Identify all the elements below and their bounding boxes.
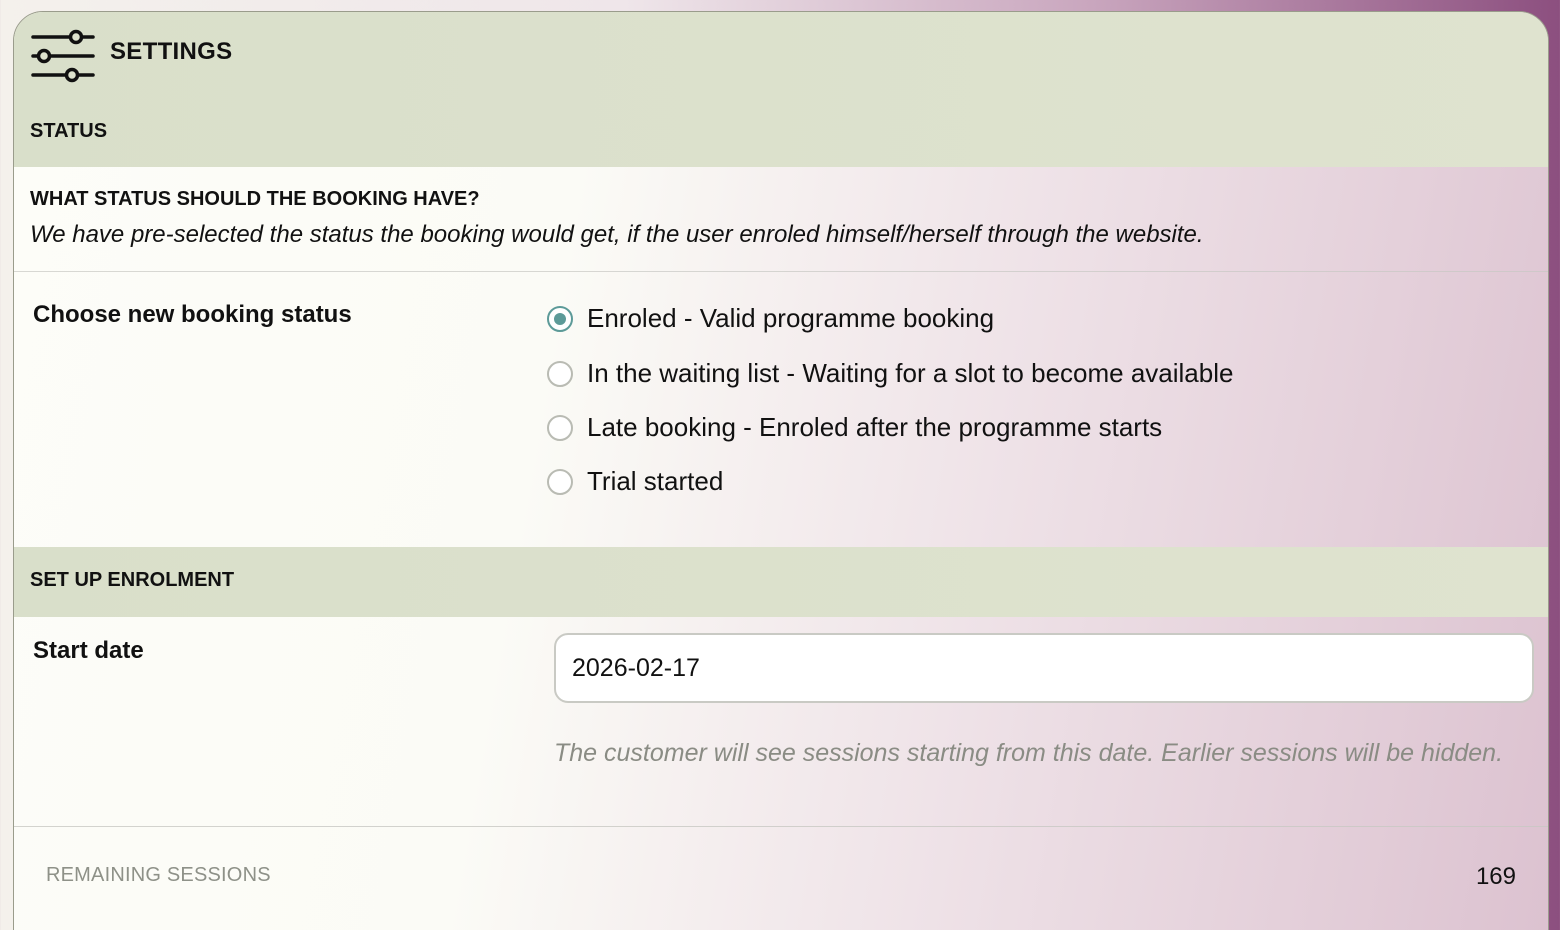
radio-option-enroled[interactable]: Enroled - Valid programme booking: [547, 303, 994, 334]
radio-option-label: Enroled - Valid programme booking: [587, 303, 995, 333]
page-title: SETTINGS: [110, 38, 233, 65]
divider: [14, 271, 1548, 272]
radio-button[interactable]: [547, 305, 573, 332]
divider: [14, 826, 1548, 827]
settings-panel: SETTINGS STATUS WHAT STATUS SHOULD THE B…: [13, 11, 1549, 930]
radio-button[interactable]: [547, 414, 573, 441]
radio-button[interactable]: [547, 468, 573, 495]
radio-option-label: Late booking - Enroled after the program…: [587, 412, 1163, 442]
radio-option-waiting-list[interactable]: In the waiting list - Waiting for a slot…: [547, 358, 1233, 389]
remaining-sessions-value: 169: [1475, 863, 1516, 890]
enrolment-section-label: SET UP ENROLMENT: [30, 569, 235, 591]
radio-option-label: Trial started: [587, 466, 724, 496]
start-date-input[interactable]: [554, 633, 1534, 703]
enrolment-header-band: [14, 547, 1548, 617]
settings-header-band: [14, 12, 1548, 167]
radio-option-trial-started[interactable]: Trial started: [547, 466, 723, 497]
status-section-label: STATUS: [30, 120, 108, 142]
remaining-sessions-label: REMAINING SESSIONS: [46, 864, 271, 886]
start-date-help-text: The customer will see sessions starting …: [554, 739, 1504, 767]
radio-button[interactable]: [547, 360, 573, 387]
radio-option-label: In the waiting list - Waiting for a slot…: [587, 358, 1234, 388]
radio-option-late-booking[interactable]: Late booking - Enroled after the program…: [547, 412, 1162, 443]
status-description: We have pre-selected the status the book…: [30, 221, 1204, 248]
booking-status-label: Choose new booking status: [33, 301, 352, 328]
start-date-label: Start date: [33, 637, 144, 664]
status-question: WHAT STATUS SHOULD THE BOOKING HAVE?: [30, 188, 480, 210]
sliders-icon: [31, 29, 95, 83]
